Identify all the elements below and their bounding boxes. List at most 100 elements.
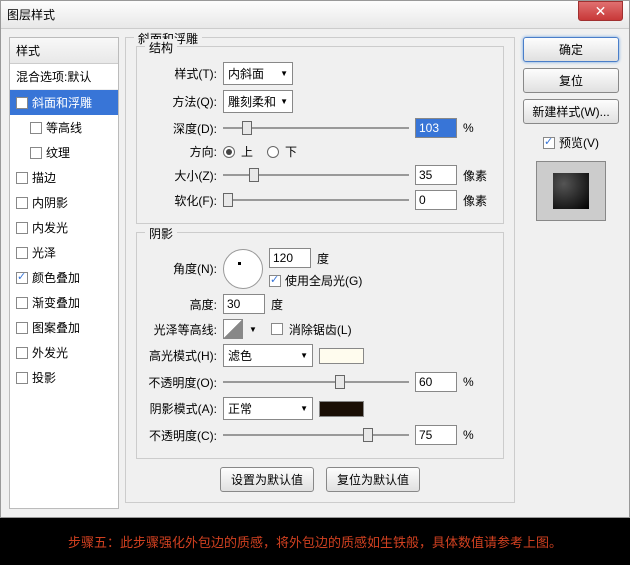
shadow-color-swatch[interactable] bbox=[319, 401, 364, 417]
style-label: 样式(T): bbox=[147, 65, 217, 82]
make-default-button[interactable]: 设置为默认值 bbox=[220, 467, 314, 492]
soften-input[interactable]: 0 bbox=[415, 190, 457, 210]
structure-title: 结构 bbox=[145, 39, 177, 56]
style-item-label: 投影 bbox=[32, 369, 56, 386]
chevron-down-icon: ▼ bbox=[300, 351, 308, 360]
style-item-label: 描边 bbox=[32, 169, 56, 186]
style-checkbox[interactable] bbox=[16, 272, 28, 284]
settings-panel: 斜面和浮雕 结构 样式(T): 内斜面▼ 方法(Q): 雕刻柔和▼ 深度(D): bbox=[125, 37, 515, 509]
soften-label: 软化(F): bbox=[147, 192, 217, 209]
hl-opacity-label: 不透明度(O): bbox=[147, 374, 217, 391]
preview-thumbnail bbox=[536, 161, 606, 221]
sh-opacity-slider[interactable] bbox=[223, 426, 409, 444]
antialias-checkbox[interactable] bbox=[271, 323, 283, 335]
sh-opacity-label: 不透明度(C): bbox=[147, 427, 217, 444]
style-checkbox[interactable] bbox=[16, 322, 28, 334]
style-item[interactable]: 内阴影 bbox=[10, 190, 118, 215]
new-style-button[interactable]: 新建样式(W)... bbox=[523, 99, 619, 124]
style-checkbox[interactable] bbox=[16, 222, 28, 234]
reset-default-button[interactable]: 复位为默认值 bbox=[326, 467, 420, 492]
titlebar[interactable]: 图层样式 ✕ bbox=[1, 1, 629, 29]
style-item[interactable]: 渐变叠加 bbox=[10, 290, 118, 315]
direction-label: 方向: bbox=[147, 143, 217, 160]
style-checkbox[interactable] bbox=[30, 147, 42, 159]
cancel-button[interactable]: 复位 bbox=[523, 68, 619, 93]
style-item-label: 渐变叠加 bbox=[32, 294, 80, 311]
chevron-down-icon[interactable]: ▼ bbox=[249, 325, 257, 334]
style-checkbox[interactable] bbox=[30, 122, 42, 134]
style-dropdown[interactable]: 内斜面▼ bbox=[223, 62, 293, 85]
style-item-label: 外发光 bbox=[32, 344, 68, 361]
chevron-down-icon: ▼ bbox=[280, 69, 288, 78]
style-item[interactable]: 光泽 bbox=[10, 240, 118, 265]
soften-unit: 像素 bbox=[463, 192, 493, 209]
shadow-mode-dropdown[interactable]: 正常▼ bbox=[223, 397, 313, 420]
style-item-label: 图案叠加 bbox=[32, 319, 80, 336]
size-slider[interactable] bbox=[223, 166, 409, 184]
styles-list: 样式 混合选项:默认 斜面和浮雕等高线纹理描边内阴影内发光光泽颜色叠加渐变叠加图… bbox=[9, 37, 119, 509]
style-checkbox[interactable] bbox=[16, 297, 28, 309]
size-unit: 像素 bbox=[463, 167, 493, 184]
direction-down-radio[interactable] bbox=[267, 146, 279, 158]
close-button[interactable]: ✕ bbox=[578, 1, 623, 21]
altitude-label: 高度: bbox=[147, 296, 217, 313]
technique-dropdown[interactable]: 雕刻柔和▼ bbox=[223, 90, 293, 113]
style-item[interactable]: 斜面和浮雕 bbox=[10, 90, 118, 115]
style-item[interactable]: 外发光 bbox=[10, 340, 118, 365]
depth-unit: % bbox=[463, 121, 493, 135]
style-item[interactable]: 纹理 bbox=[10, 140, 118, 165]
chevron-down-icon: ▼ bbox=[300, 404, 308, 413]
style-item[interactable]: 图案叠加 bbox=[10, 315, 118, 340]
style-item[interactable]: 投影 bbox=[10, 365, 118, 390]
hl-opacity-input[interactable]: 60 bbox=[415, 372, 457, 392]
depth-slider[interactable] bbox=[223, 119, 409, 137]
angle-dial[interactable] bbox=[223, 249, 263, 289]
global-light-checkbox[interactable] bbox=[269, 275, 281, 287]
direction-up-radio[interactable] bbox=[223, 146, 235, 158]
style-checkbox[interactable] bbox=[16, 97, 28, 109]
style-item-label: 斜面和浮雕 bbox=[32, 94, 92, 111]
blend-options[interactable]: 混合选项:默认 bbox=[10, 64, 118, 90]
style-checkbox[interactable] bbox=[16, 197, 28, 209]
style-item-label: 内阴影 bbox=[32, 194, 68, 211]
style-item-label: 等高线 bbox=[46, 119, 82, 136]
sh-opacity-input[interactable]: 75 bbox=[415, 425, 457, 445]
gloss-label: 光泽等高线: bbox=[147, 321, 217, 338]
technique-label: 方法(Q): bbox=[147, 93, 217, 110]
hl-opacity-slider[interactable] bbox=[223, 373, 409, 391]
style-item[interactable]: 描边 bbox=[10, 165, 118, 190]
highlight-mode-dropdown[interactable]: 滤色▼ bbox=[223, 344, 313, 367]
soften-slider[interactable] bbox=[223, 191, 409, 209]
dialog-buttons: 确定 复位 新建样式(W)... 预览(V) bbox=[521, 37, 621, 509]
styles-header: 样式 bbox=[10, 38, 118, 64]
ok-button[interactable]: 确定 bbox=[523, 37, 619, 62]
style-checkbox[interactable] bbox=[16, 347, 28, 359]
style-checkbox[interactable] bbox=[16, 247, 28, 259]
depth-label: 深度(D): bbox=[147, 120, 217, 137]
style-item-label: 纹理 bbox=[46, 144, 70, 161]
size-input[interactable]: 35 bbox=[415, 165, 457, 185]
style-item-label: 内发光 bbox=[32, 219, 68, 236]
window-title: 图层样式 bbox=[7, 6, 578, 23]
style-item-label: 颜色叠加 bbox=[32, 269, 80, 286]
depth-input[interactable]: 103 bbox=[415, 118, 457, 138]
style-checkbox[interactable] bbox=[16, 372, 28, 384]
chevron-down-icon: ▼ bbox=[280, 97, 288, 106]
shadow-mode-label: 阴影模式(A): bbox=[147, 400, 217, 417]
style-checkbox[interactable] bbox=[16, 172, 28, 184]
angle-input[interactable]: 120 bbox=[269, 248, 311, 268]
preview-checkbox[interactable] bbox=[543, 137, 555, 149]
layer-style-dialog: 图层样式 ✕ 样式 混合选项:默认 斜面和浮雕等高线纹理描边内阴影内发光光泽颜色… bbox=[0, 0, 630, 518]
highlight-mode-label: 高光模式(H): bbox=[147, 347, 217, 364]
footer-caption: 步骤五：此步骤强化外包边的质感，将外包边的质感如生铁般，具体数值请参考上图。 bbox=[0, 518, 630, 565]
highlight-color-swatch[interactable] bbox=[319, 348, 364, 364]
altitude-input[interactable]: 30 bbox=[223, 294, 265, 314]
style-item-label: 光泽 bbox=[32, 244, 56, 261]
shading-title: 阴影 bbox=[145, 225, 177, 242]
style-item[interactable]: 内发光 bbox=[10, 215, 118, 240]
size-label: 大小(Z): bbox=[147, 167, 217, 184]
gloss-contour-picker[interactable] bbox=[223, 319, 243, 339]
style-item[interactable]: 颜色叠加 bbox=[10, 265, 118, 290]
angle-label: 角度(N): bbox=[147, 260, 217, 277]
style-item[interactable]: 等高线 bbox=[10, 115, 118, 140]
